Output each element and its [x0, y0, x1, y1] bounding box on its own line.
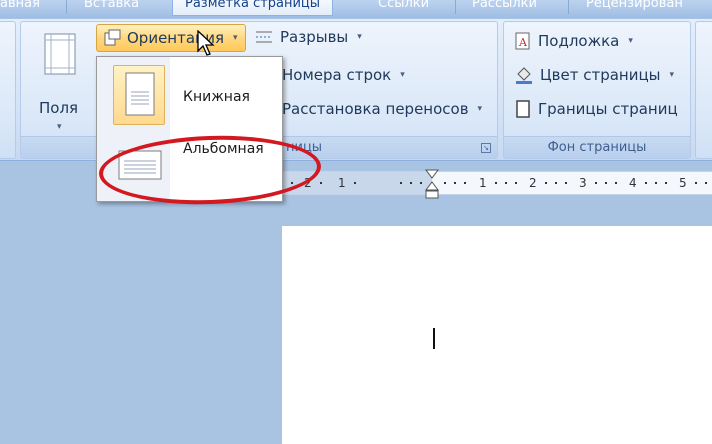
- ruler-tick: [595, 182, 597, 184]
- horizontal-ruler[interactable]: 2 1 1 2 3 4 5: [282, 169, 712, 199]
- ruler-tick: [665, 182, 667, 184]
- orientation-portrait-item[interactable]: Книжная: [99, 61, 280, 129]
- tab-insert[interactable]: Вставка: [84, 0, 139, 16]
- ruler-number: 4: [629, 176, 637, 190]
- page-borders-icon: [516, 100, 530, 118]
- group-label-page-background: Фон страницы: [504, 136, 690, 158]
- margins-icon: [44, 33, 76, 75]
- ruler-number: 5: [679, 176, 687, 190]
- orientation-button[interactable]: Ориентация ▾: [96, 24, 246, 52]
- ruler-tick: [495, 182, 497, 184]
- paint-bucket-icon: [516, 67, 532, 84]
- ruler-tick: [410, 182, 412, 184]
- tab-separator: [568, 0, 569, 14]
- portrait-label: Книжная: [183, 89, 250, 105]
- hyphenation-label: Расстановка переносов: [282, 100, 469, 118]
- ruler-tick: [515, 182, 517, 184]
- page-borders-label: Границы страниц: [538, 100, 678, 118]
- breaks-label: Разрывы: [280, 28, 349, 46]
- ruler-tick: [565, 182, 567, 184]
- chevron-down-icon: ▾: [400, 70, 405, 80]
- ruler-tick: [695, 182, 697, 184]
- ribbon-tab-bar: авная Вставка Разметка страницы Ссылки Р…: [0, 0, 712, 18]
- ruler-number: 2: [529, 176, 537, 190]
- tab-separator: [66, 0, 67, 14]
- ruler-tick: [555, 182, 557, 184]
- tab-review[interactable]: Рецензирован: [586, 0, 683, 16]
- ruler-tick: [444, 182, 446, 184]
- chevron-down-icon: ▾: [669, 70, 675, 80]
- page-color-button[interactable]: Цвет страницы ▾: [514, 63, 674, 87]
- ribbon-group-themes: [0, 21, 16, 159]
- chevron-down-icon: ▾: [628, 36, 633, 46]
- tab-mailings[interactable]: Рассылки: [472, 0, 537, 16]
- page-color-label: Цвет страницы: [540, 66, 661, 84]
- chevron-down-icon: ▾: [57, 122, 62, 132]
- tab-page-layout[interactable]: Разметка страницы: [172, 0, 334, 16]
- portrait-thumb-box: [113, 65, 165, 125]
- ruler-tick: [505, 182, 507, 184]
- tab-references[interactable]: Ссылки: [378, 0, 429, 16]
- ruler-tick: [655, 182, 657, 184]
- chevron-down-icon: ▾: [477, 104, 483, 114]
- indent-marker-icon[interactable]: [424, 169, 440, 201]
- tab-home[interactable]: авная: [0, 0, 40, 16]
- ruler-number: 3: [579, 176, 587, 190]
- ruler-tick: [605, 182, 607, 184]
- ruler-tick: [615, 182, 617, 184]
- dialog-launcher-icon[interactable]: ↘: [481, 143, 491, 153]
- ruler-tick: [400, 182, 402, 184]
- margins-button[interactable]: Поля ▾: [32, 29, 88, 139]
- page-borders-button[interactable]: Границы страниц: [514, 97, 678, 121]
- ruler-tick: [545, 182, 547, 184]
- ruler-number: 1: [338, 176, 346, 190]
- ruler-tick: [645, 182, 647, 184]
- line-numbers-button[interactable]: Номера строк ▾: [282, 63, 405, 87]
- margins-label: Поля: [39, 99, 79, 117]
- tab-separator: [455, 0, 456, 14]
- document-page[interactable]: [282, 226, 712, 444]
- text-cursor: [433, 328, 435, 349]
- ruler-tick: [705, 182, 707, 184]
- ruler-tick: [354, 182, 356, 184]
- watermark-icon: A: [515, 32, 530, 50]
- breaks-icon: [256, 31, 272, 43]
- orientation-icon: [104, 29, 121, 46]
- portrait-page-icon: [125, 72, 155, 116]
- watermark-button[interactable]: A Подложка ▾: [514, 29, 633, 53]
- hyphenation-button[interactable]: Расстановка переносов ▾: [282, 97, 482, 121]
- mouse-pointer-icon: [197, 30, 215, 56]
- ruler-tick: [420, 182, 422, 184]
- svg-text:A: A: [518, 36, 528, 49]
- breaks-button[interactable]: Разрывы ▾: [254, 25, 362, 49]
- watermark-label: Подложка: [538, 32, 620, 50]
- ruler-tick: [320, 182, 322, 184]
- chevron-down-icon: ▾: [357, 32, 362, 42]
- ruler-number: 1: [479, 176, 487, 190]
- line-numbers-label: Номера строк: [282, 66, 392, 84]
- ruler-tick: [454, 182, 456, 184]
- ribbon-group-paragraph: [695, 21, 712, 159]
- chevron-down-icon: ▾: [233, 33, 238, 43]
- ruler-tick: [464, 182, 466, 184]
